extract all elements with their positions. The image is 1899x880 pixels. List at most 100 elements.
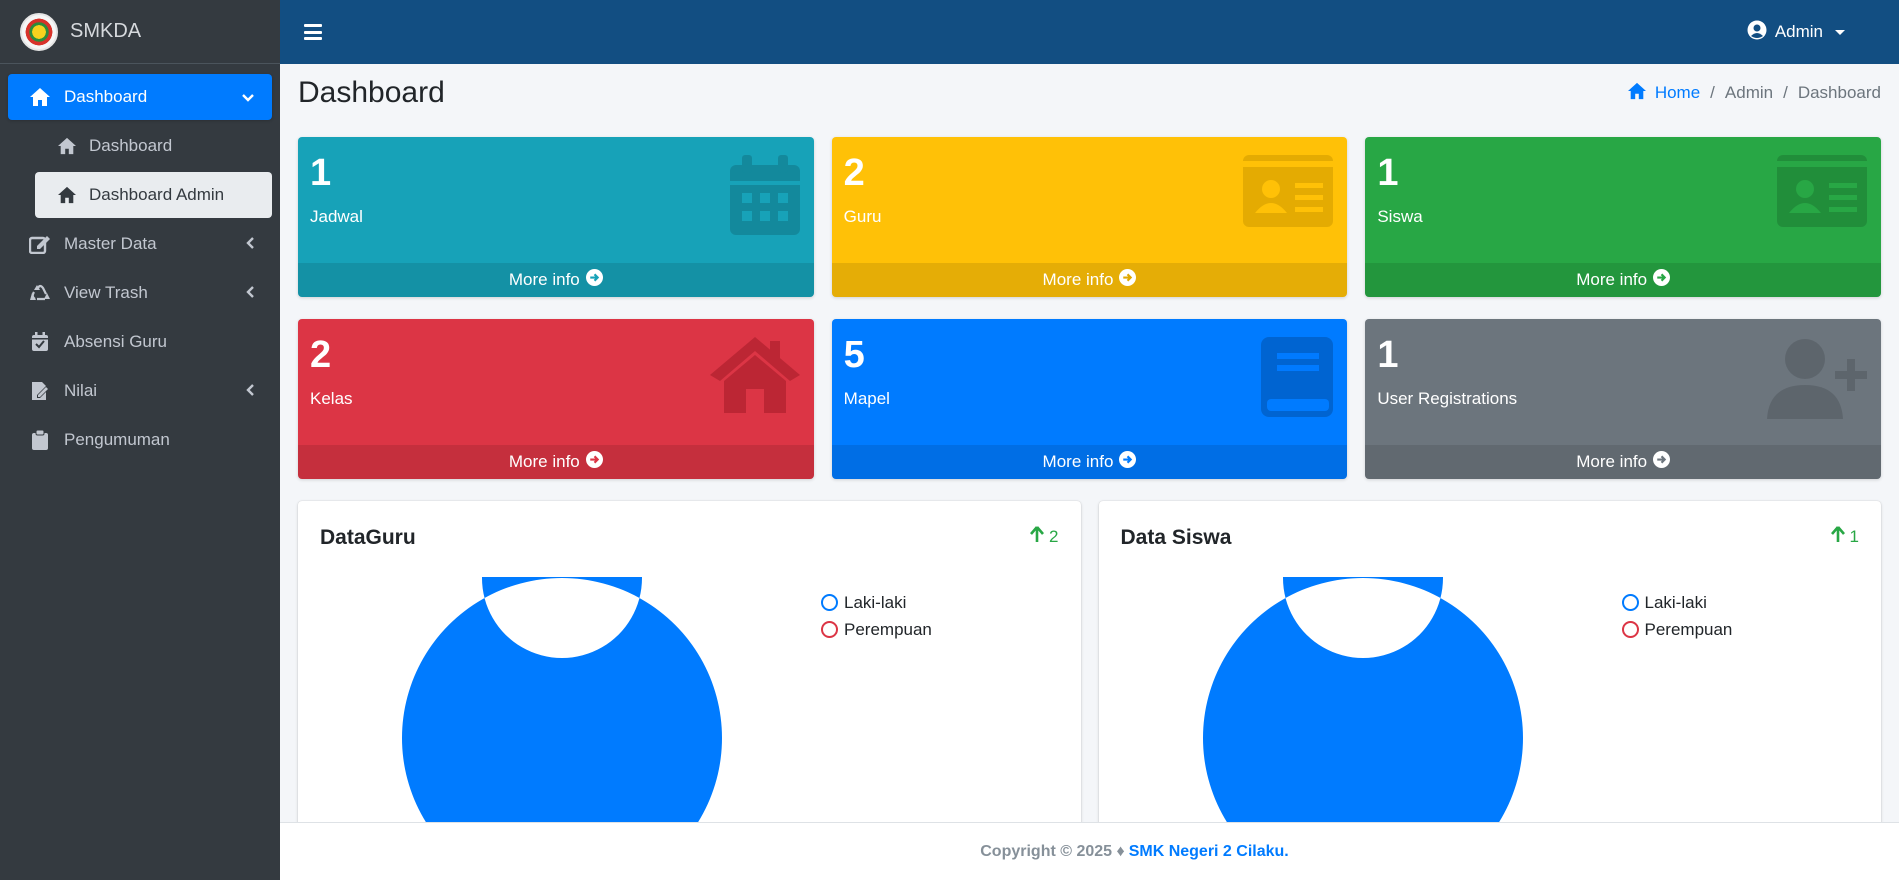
stat-boxes: 1 Jadwal More info 2 Guru More info 1 Si… bbox=[298, 137, 1881, 479]
arrow-up-icon bbox=[1830, 526, 1845, 547]
recycle-icon bbox=[28, 281, 52, 305]
more-info-link[interactable]: More info bbox=[831, 263, 1348, 297]
clipboard-icon bbox=[28, 428, 52, 452]
user-circle-icon bbox=[1747, 20, 1767, 45]
sidebar-subitem-dashboard[interactable]: Dashboard bbox=[8, 123, 272, 169]
sidebar-item-absensi-guru[interactable]: Absensi Guru bbox=[8, 319, 272, 365]
chevron-left-icon bbox=[246, 381, 254, 401]
home-icon bbox=[55, 183, 79, 207]
book-icon bbox=[1261, 337, 1334, 422]
stat-box-user-registrations: 1 User Registrations More info bbox=[1365, 319, 1881, 479]
house-icon bbox=[709, 337, 800, 418]
home-icon bbox=[28, 85, 52, 109]
stat-box-mapel: 5 Mapel More info bbox=[831, 319, 1348, 479]
legend-swatch bbox=[1621, 621, 1639, 638]
footer-copyright: Copyright © 2025 ♦ bbox=[980, 842, 1125, 860]
legend-swatch bbox=[821, 621, 838, 638]
breadcrumb-current: Dashboard bbox=[1797, 83, 1881, 102]
sidebar-item-master-data[interactable]: Master Data bbox=[8, 221, 272, 267]
footer-brand-link[interactable]: SMK Negeri 2 Cilaku. bbox=[1129, 843, 1289, 861]
arrow-circle-right-icon bbox=[585, 451, 603, 473]
arrow-circle-right-icon bbox=[1119, 269, 1137, 291]
more-info-link[interactable]: More info bbox=[1365, 263, 1881, 297]
sidebar-item-label: Dashboard bbox=[89, 136, 173, 155]
sidebar-item-label: Absensi Guru bbox=[64, 332, 167, 351]
topbar: Admin bbox=[280, 0, 1899, 64]
more-info-label: More info bbox=[1576, 270, 1648, 289]
donut-chart-siswa bbox=[1202, 577, 1523, 841]
arrow-circle-right-icon bbox=[1653, 451, 1671, 473]
sidebar-item-label: Dashboard bbox=[64, 87, 148, 106]
brand-logo bbox=[20, 12, 58, 51]
sidebar-subitem-dashboard-admin[interactable]: Dashboard Admin bbox=[35, 172, 272, 218]
more-info-link[interactable]: More info bbox=[831, 445, 1348, 479]
sidebar-item-view-trash[interactable]: View Trash bbox=[8, 270, 272, 316]
card-data-guru: DataGuru 2 Laki-laki Perempuan bbox=[298, 501, 1081, 841]
file-edit-icon bbox=[28, 379, 52, 403]
legend-item[interactable]: Laki-laki bbox=[1621, 589, 1733, 616]
page-footer: Copyright © 2025 ♦ SMK Negeri 2 Cilaku. bbox=[280, 822, 1899, 880]
menu-toggle-icon[interactable] bbox=[304, 24, 322, 40]
legend-item[interactable]: Laki-laki bbox=[821, 589, 932, 616]
legend-swatch bbox=[821, 594, 838, 611]
card-delta-value: 2 bbox=[1049, 526, 1059, 546]
arrow-up-icon bbox=[1030, 526, 1045, 547]
sidebar-item-label: Pengumuman bbox=[64, 430, 170, 449]
more-info-link[interactable]: More info bbox=[298, 445, 814, 479]
chart-legend: Laki-laki Perempuan bbox=[1621, 589, 1733, 643]
caret-down-icon bbox=[1835, 29, 1845, 35]
chart-cards: DataGuru 2 Laki-laki Perempuan Data Sisw… bbox=[298, 501, 1881, 841]
stat-box-kelas: 2 Kelas More info bbox=[298, 319, 814, 479]
user-name: Admin bbox=[1774, 22, 1823, 41]
arrow-circle-right-icon bbox=[585, 269, 603, 291]
brand-link[interactable]: SMKDA bbox=[0, 0, 280, 64]
arrow-circle-right-icon bbox=[1119, 451, 1137, 473]
more-info-label: More info bbox=[508, 452, 580, 471]
breadcrumb: Home / Admin / Dashboard bbox=[1627, 82, 1881, 105]
sidebar-item-label: Master Data bbox=[64, 234, 157, 253]
card-data-siswa: Data Siswa 1 Laki-laki Perempuan bbox=[1098, 501, 1881, 841]
sidebar-item-dashboard[interactable]: Dashboard bbox=[8, 74, 272, 120]
home-icon bbox=[1627, 82, 1647, 105]
stat-box-jadwal: 1 Jadwal More info bbox=[298, 137, 814, 297]
breadcrumb-separator: / bbox=[1783, 83, 1788, 102]
breadcrumb-home[interactable]: Home bbox=[1627, 82, 1700, 105]
sidebar-item-label: View Trash bbox=[64, 283, 148, 302]
home-icon bbox=[55, 134, 79, 158]
sidebar: SMKDA Dashboard Dashboard Dashboard Admi… bbox=[0, 0, 280, 880]
breadcrumb-home-label: Home bbox=[1654, 83, 1701, 102]
card-delta: 2 bbox=[1030, 526, 1059, 547]
chart-legend: Laki-laki Perempuan bbox=[821, 589, 932, 643]
legend-item[interactable]: Perempuan bbox=[821, 616, 932, 643]
breadcrumb-separator: / bbox=[1710, 83, 1715, 102]
legend-label: Laki-laki bbox=[1644, 592, 1707, 612]
user-menu[interactable]: Admin bbox=[1747, 20, 1845, 45]
more-info-label: More info bbox=[1042, 270, 1114, 289]
chevron-left-icon bbox=[246, 234, 254, 254]
user-plus-icon bbox=[1767, 337, 1867, 424]
card-title: Data Siswa bbox=[1120, 526, 1232, 549]
main-content: Dashboard Home / Admin / Dashboard 1 Jad… bbox=[280, 64, 1899, 841]
stat-value: 1 bbox=[310, 152, 332, 194]
legend-label: Perempuan bbox=[844, 619, 932, 639]
more-info-label: More info bbox=[1042, 452, 1114, 471]
card-title: DataGuru bbox=[320, 526, 416, 549]
donut-chart-guru bbox=[401, 577, 722, 841]
legend-swatch bbox=[1621, 594, 1639, 611]
breadcrumb-admin: Admin bbox=[1724, 83, 1774, 102]
card-delta: 1 bbox=[1830, 526, 1859, 547]
more-info-link[interactable]: More info bbox=[1365, 445, 1881, 479]
more-info-link[interactable]: More info bbox=[298, 263, 814, 297]
sidebar-item-pengumuman[interactable]: Pengumuman bbox=[8, 417, 272, 463]
chevron-left-icon bbox=[246, 283, 254, 303]
legend-item[interactable]: Perempuan bbox=[1621, 616, 1732, 643]
chevron-down-icon bbox=[242, 87, 254, 107]
sidebar-item-nilai[interactable]: Nilai bbox=[8, 368, 272, 414]
calendar-icon bbox=[729, 155, 800, 240]
brand-name: SMKDA bbox=[70, 20, 142, 42]
arrow-circle-right-icon bbox=[1653, 269, 1671, 291]
id-card-icon bbox=[1243, 155, 1334, 232]
page-title: Dashboard bbox=[298, 76, 445, 109]
card-delta-value: 1 bbox=[1849, 526, 1859, 546]
sidebar-item-label: Dashboard Admin bbox=[89, 185, 225, 204]
